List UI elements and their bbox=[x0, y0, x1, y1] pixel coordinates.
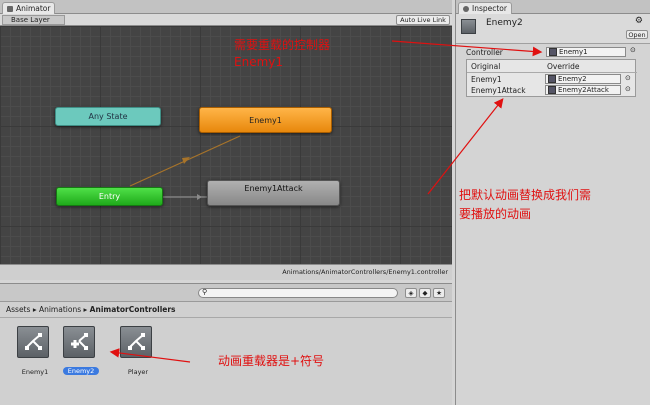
animator-graph[interactable]: Any State Enemy1 Entry Enemy1Attack 需要重载… bbox=[0, 26, 452, 280]
row-original: Enemy1 bbox=[471, 75, 502, 84]
row-override-field[interactable]: Enemy2Attack bbox=[545, 85, 621, 95]
controller-label: Controller bbox=[466, 48, 503, 57]
open-button[interactable]: Open bbox=[626, 30, 648, 39]
animator-controller-icon bbox=[120, 326, 152, 358]
inspector-panel: Inspector Enemy2 ⚙ Open Controller Enemy… bbox=[455, 0, 650, 405]
annotation-override: 动画重载器是+符号 bbox=[218, 354, 325, 368]
annotation-replace-line1: 把默认动画替换成我们需 bbox=[459, 188, 592, 202]
inspector-tabbar: Inspector bbox=[456, 0, 650, 14]
annotation-controller-line2: Enemy1 bbox=[234, 55, 283, 69]
table-row: Enemy1 Enemy2 ⊙ bbox=[467, 74, 637, 85]
project-toolbar: ⚲ ◈ ◆ ★ bbox=[0, 284, 452, 302]
asset-label: Player bbox=[127, 368, 149, 376]
controller-picker-icon[interactable]: ⊙ bbox=[630, 46, 636, 54]
node-entry[interactable]: Entry bbox=[56, 187, 163, 206]
filter-label-button[interactable]: ◆ bbox=[419, 288, 431, 298]
animation-clip-icon bbox=[548, 75, 556, 83]
row-override-field[interactable]: Enemy2 bbox=[545, 74, 621, 84]
animator-tab[interactable]: Animator bbox=[2, 2, 56, 14]
table-row: Enemy1Attack Enemy2Attack ⊙ bbox=[467, 85, 637, 96]
asset-label: Enemy1 bbox=[21, 368, 49, 376]
animator-statusbar: Animations/AnimatorControllers/Enemy1.co… bbox=[0, 264, 452, 280]
annotation-controller-line1: 需要重载的控制器 bbox=[234, 38, 331, 52]
controller-path: Animations/AnimatorControllers/Enemy1.co… bbox=[282, 268, 448, 276]
settings-gear-icon[interactable]: ⚙ bbox=[635, 16, 643, 26]
animator-override-controller-icon bbox=[63, 326, 95, 358]
table-divider bbox=[467, 72, 637, 73]
annotation-replace-line2: 要播放的动画 bbox=[459, 207, 532, 221]
node-enemy1attack[interactable]: Enemy1Attack bbox=[207, 180, 340, 206]
animator-toolbar: Base Layer Auto Live Link bbox=[0, 14, 452, 26]
animation-clip-icon bbox=[548, 86, 556, 94]
object-header: Enemy2 ⚙ Open bbox=[456, 14, 650, 44]
transition-arrow-attack bbox=[197, 194, 202, 200]
node-enemy1[interactable]: Enemy1 bbox=[199, 107, 332, 133]
breadcrumb-divider bbox=[0, 317, 452, 318]
auto-live-link-button[interactable]: Auto Live Link bbox=[396, 15, 450, 25]
column-original: Original bbox=[471, 62, 501, 71]
breadcrumb: Assets ▸ Animations ▸ AnimatorController… bbox=[6, 305, 176, 314]
asset-item-enemy2[interactable]: Enemy2 bbox=[63, 326, 99, 376]
row-original: Enemy1Attack bbox=[471, 86, 526, 95]
breadcrumb-animatorcontrollers[interactable]: AnimatorControllers bbox=[90, 305, 176, 314]
column-override: Override bbox=[547, 62, 580, 71]
transition-arrow-enemy1 bbox=[182, 157, 190, 164]
override-controller-icon bbox=[461, 19, 476, 34]
base-layer-breadcrumb[interactable]: Base Layer bbox=[2, 15, 65, 25]
breadcrumb-assets[interactable]: Assets bbox=[6, 305, 30, 314]
favorite-star-button[interactable]: ★ bbox=[433, 288, 445, 298]
object-name: Enemy2 bbox=[486, 18, 523, 28]
inspector-tab[interactable]: Inspector bbox=[458, 2, 512, 14]
asset-item-enemy1[interactable]: Enemy1 bbox=[17, 326, 53, 376]
info-icon bbox=[463, 5, 469, 12]
animator-controller-icon bbox=[17, 326, 49, 358]
clip-picker-icon[interactable]: ⊙ bbox=[625, 85, 631, 93]
asset-label-selected: Enemy2 bbox=[63, 367, 99, 375]
search-icon: ⚲ bbox=[202, 288, 208, 296]
filter-type-button[interactable]: ◈ bbox=[405, 288, 417, 298]
breadcrumb-animations[interactable]: Animations bbox=[39, 305, 81, 314]
controller-asset-icon bbox=[549, 48, 557, 56]
controller-field[interactable]: Enemy1 bbox=[546, 47, 626, 57]
override-table: Original Override Enemy1 Enemy2 ⊙ Enemy1… bbox=[466, 59, 637, 97]
animator-tabbar: Animator bbox=[0, 0, 452, 14]
animator-icon bbox=[7, 5, 13, 12]
transition-lines bbox=[129, 135, 241, 200]
clip-picker-icon[interactable]: ⊙ bbox=[625, 74, 631, 82]
project-panel: ⚲ ◈ ◆ ★ Assets ▸ Animations ▸ AnimatorCo… bbox=[0, 283, 452, 405]
search-input[interactable]: ⚲ bbox=[198, 288, 398, 298]
node-any-state[interactable]: Any State bbox=[55, 107, 161, 126]
asset-item-player[interactable]: Player bbox=[120, 326, 156, 376]
